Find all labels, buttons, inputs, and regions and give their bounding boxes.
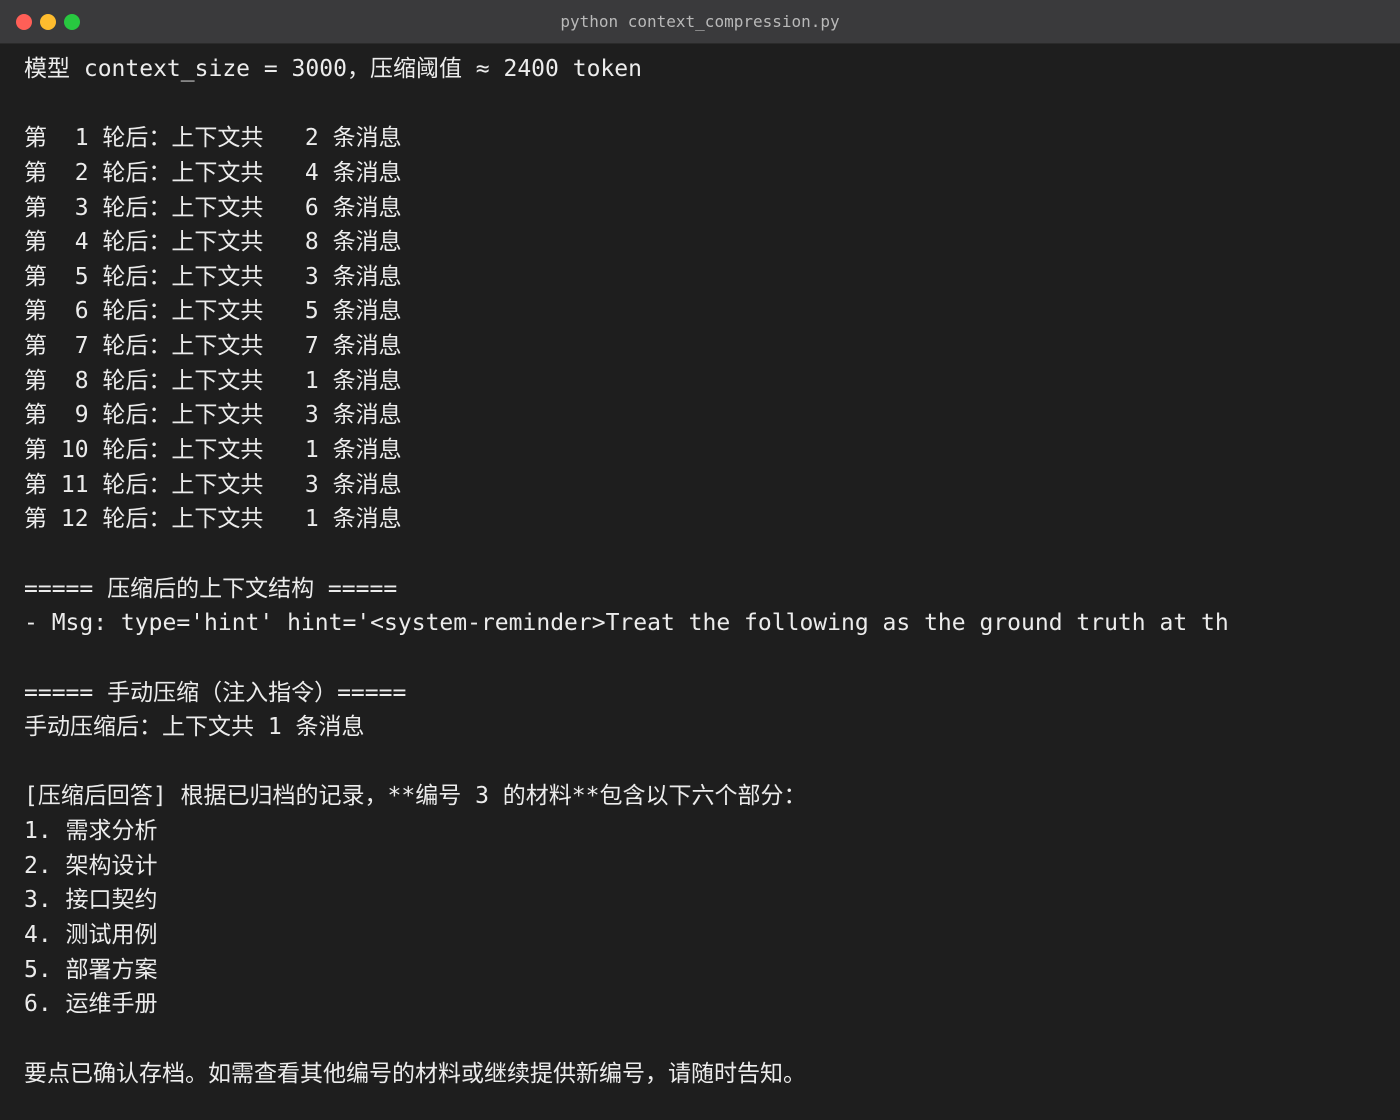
terminal-line: 第 7 轮后：上下文共 7 条消息 — [24, 333, 402, 360]
terminal-line: 第 11 轮后：上下文共 3 条消息 — [24, 471, 402, 498]
terminal-line: 第 9 轮后：上下文共 3 条消息 — [24, 402, 402, 429]
terminal-line: - Msg: type='hint' hint='<system-reminde… — [24, 610, 1229, 637]
terminal-line: 第 10 轮后：上下文共 1 条消息 — [24, 437, 402, 464]
terminal-line: 3. 接口契约 — [24, 887, 158, 914]
window-titlebar: python context_compression.py — [0, 0, 1400, 44]
terminal-output[interactable]: 模型 context_size = 3000，压缩阈值 ≈ 2400 token… — [24, 52, 1384, 1091]
terminal-line: 第 2 轮后：上下文共 4 条消息 — [24, 159, 402, 186]
terminal-line: 第 6 轮后：上下文共 5 条消息 — [24, 298, 402, 325]
terminal-line: 4. 测试用例 — [24, 922, 158, 949]
terminal-line: 第 4 轮后：上下文共 8 条消息 — [24, 229, 402, 256]
terminal-line: ===== 手动压缩（注入指令）===== — [24, 679, 407, 706]
terminal-line: ===== 压缩后的上下文结构 ===== — [24, 575, 398, 602]
terminal-line: 第 1 轮后：上下文共 2 条消息 — [24, 125, 402, 152]
terminal-line: 第 3 轮后：上下文共 6 条消息 — [24, 194, 402, 221]
terminal-line: 5. 部署方案 — [24, 956, 158, 983]
terminal-line: [压缩后回答] 根据已归档的记录，**编号 3 的材料**包含以下六个部分： — [24, 783, 807, 810]
terminal-line: 2. 架构设计 — [24, 852, 158, 879]
terminal-line: 第 8 轮后：上下文共 1 条消息 — [24, 367, 402, 394]
terminal-line: 手动压缩后：上下文共 1 条消息 — [24, 714, 365, 741]
terminal-line: 第 5 轮后：上下文共 3 条消息 — [24, 263, 402, 290]
terminal-line: 6. 运维手册 — [24, 991, 158, 1018]
terminal-line: 第 12 轮后：上下文共 1 条消息 — [24, 506, 402, 533]
terminal-line: 1. 需求分析 — [24, 818, 158, 845]
terminal-line: 模型 context_size = 3000，压缩阈值 ≈ 2400 token — [24, 56, 642, 82]
window-title: python context_compression.py — [560, 12, 840, 31]
terminal-line: 要点已确认存档。如需查看其他编号的材料或继续提供新编号，请随时告知。 — [24, 1060, 806, 1087]
